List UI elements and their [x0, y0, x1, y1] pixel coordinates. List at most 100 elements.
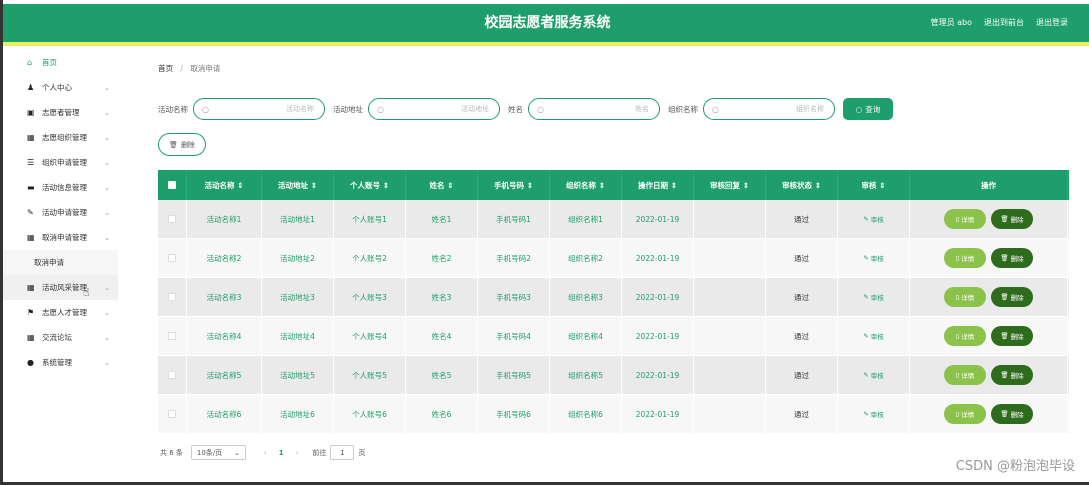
review-link[interactable]: ✎ 审核 [838, 200, 910, 239]
review-link[interactable]: ✎ 审核 [838, 356, 910, 395]
search-input[interactable]: ○ 活动地址 [368, 98, 500, 120]
flag-icon: ⚑ [27, 308, 35, 317]
row-checkbox[interactable] [168, 332, 176, 340]
back-to-frontend-link[interactable]: 退出到前台 [984, 4, 1024, 42]
breadcrumb-current: 取消申请 [190, 64, 221, 73]
prev-page-icon[interactable]: ‹ [264, 449, 267, 457]
sidebar-item-8[interactable]: 取消申请 [3, 250, 118, 275]
column-header[interactable]: 个人账号 ⇕ [334, 170, 406, 200]
sidebar-item-9[interactable]: ▦ 活动风采管理 ⌄ [3, 275, 118, 300]
table-cell: 活动地址5 [262, 356, 334, 395]
breadcrumb-home[interactable]: 首页 [158, 64, 173, 73]
logout-link[interactable]: 退出登录 [1036, 4, 1068, 42]
hand-cursor-icon: ☝ [83, 286, 90, 299]
sidebar-item-label: 志愿人才管理 [42, 308, 87, 317]
goto-page-input[interactable]: 1 [330, 445, 355, 460]
search-icon: ○ [855, 104, 863, 114]
review-link[interactable]: ✎ 审核 [838, 395, 910, 434]
sidebar-item-0[interactable]: ⌂ 首页 [3, 50, 118, 75]
detail-button[interactable]: ▯ 详情 [944, 209, 986, 229]
sidebar-item-2[interactable]: ▣ 志愿者管理 ⌄ [3, 100, 118, 125]
trash-icon: 🗑 [1000, 410, 1009, 418]
batch-delete-label: 删除 [180, 140, 195, 149]
top-bar: 校园志愿者服务系统 管理员 abo 退出到前台 退出登录 [3, 4, 1089, 42]
table-cell: 组织名称2 [550, 239, 622, 278]
goto-page-value: 1 [340, 448, 345, 457]
table-cell: 活动地址6 [262, 395, 334, 434]
edit-icon: ✎ [863, 332, 869, 340]
trash-icon: 🗑 [169, 140, 178, 149]
row-checkbox[interactable] [168, 293, 176, 301]
sidebar-item-3[interactable]: ▦ 志愿组织管理 ⌄ [3, 125, 118, 150]
row-checkbox-cell [158, 278, 187, 317]
column-header[interactable]: 操作日期 ⇕ [622, 170, 694, 200]
top-bar-links: 管理员 abo 退出到前台 退出登录 [931, 4, 1068, 42]
delete-button[interactable]: 🗑 删除 [991, 248, 1033, 268]
delete-button[interactable]: 🗑 删除 [991, 287, 1033, 307]
review-link[interactable]: ✎ 审核 [838, 317, 910, 356]
detail-button[interactable]: ▯ 详情 [944, 248, 986, 268]
search-icon: ○ [537, 104, 544, 114]
sidebar-item-5[interactable]: ▬ 活动信息管理 ⌄ [3, 175, 118, 200]
column-header[interactable]: 活动地址 ⇕ [262, 170, 334, 200]
delete-button[interactable]: 🗑 删除 [991, 365, 1033, 385]
column-header[interactable]: 审核 ⇕ [838, 170, 910, 200]
review-label: 审核 [870, 294, 884, 302]
column-header[interactable]: 审核状态 ⇕ [766, 170, 838, 200]
table-cell: 个人账号1 [334, 200, 406, 239]
column-header[interactable]: 活动名称 ⇕ [187, 170, 262, 200]
detail-button[interactable]: ▯ 详情 [944, 326, 986, 346]
sidebar-item-7[interactable]: ▦ 取消申请管理 ⌄ [3, 225, 118, 250]
row-checkbox-cell [158, 395, 187, 434]
row-checkbox[interactable] [168, 215, 176, 223]
sidebar-item-label: 志愿组织管理 [42, 133, 87, 142]
sidebar-item-12[interactable]: ● 系统管理 ⌄ [3, 350, 118, 375]
column-header[interactable]: 审核回复 ⇕ [694, 170, 766, 200]
batch-delete-button[interactable]: 🗑 删除 [158, 133, 206, 156]
data-table: 活动名称 ⇕ 活动地址 ⇕ 个人账号 ⇕ 姓名 ⇕ 手机号码 ⇕ 组织名称 ⇕ 操作日期 ⇕… [158, 170, 1069, 434]
search-label: 活动地址 [333, 104, 363, 114]
search-input[interactable]: ○ 姓名 [528, 98, 660, 120]
review-link[interactable]: ✎ 审核 [838, 278, 910, 317]
detail-button[interactable]: ▯ 详情 [944, 365, 986, 385]
detail-button[interactable]: ▯ 详情 [944, 404, 986, 424]
apps-icon: ▦ [27, 283, 35, 292]
sidebar-item-11[interactable]: ▦ 交流论坛 ⌄ [3, 325, 118, 350]
row-checkbox[interactable] [168, 254, 176, 262]
select-all-checkbox[interactable] [168, 181, 176, 189]
sidebar-item-1[interactable]: ♟ 个人中心 ⌄ [3, 75, 118, 100]
sidebar-item-10[interactable]: ⚑ 志愿人才管理 ⌄ [3, 300, 118, 325]
delete-button[interactable]: 🗑 删除 [991, 326, 1033, 346]
row-checkbox[interactable] [168, 371, 176, 379]
table-cell: 活动名称2 [187, 239, 262, 278]
column-header[interactable]: 姓名 ⇕ [406, 170, 478, 200]
film-icon: ▬ [27, 183, 35, 192]
next-page-icon[interactable]: › [296, 449, 299, 457]
column-header[interactable]: 组织名称 ⇕ [550, 170, 622, 200]
row-checkbox[interactable] [168, 410, 176, 418]
table-cell: 通过 [766, 395, 838, 434]
chevron-down-icon: ⌄ [104, 108, 110, 117]
search-button[interactable]: ○ 查询 [843, 98, 893, 120]
main-content: 首页 / 取消申请 活动名称 ○ 活动名称 活动地址 ○ 活动地址 姓名 ○ 姓名 组织名称 ○ 组织… [138, 50, 1089, 482]
page-number[interactable]: 1 [279, 449, 284, 457]
search-input[interactable]: ○ 组织名称 [703, 98, 835, 120]
table-cell: 活动名称1 [187, 200, 262, 239]
table-cell: 个人账号5 [334, 356, 406, 395]
detail-button[interactable]: ▯ 详情 [944, 287, 986, 307]
current-user: 管理员 abo [930, 18, 972, 27]
table-cell: 2022-01-19 [622, 278, 694, 317]
row-checkbox-cell [158, 239, 187, 278]
delete-label: 删除 [1010, 333, 1024, 341]
search-input[interactable]: ○ 活动名称 [193, 98, 325, 120]
delete-button[interactable]: 🗑 删除 [991, 404, 1033, 424]
sidebar-item-4[interactable]: ☰ 组织申请管理 ⌄ [3, 150, 118, 175]
delete-button[interactable]: 🗑 删除 [991, 209, 1033, 229]
sidebar-item-6[interactable]: ✎ 活动申请管理 ⌄ [3, 200, 118, 225]
delete-label: 删除 [1010, 255, 1024, 263]
document-icon: ▯ [955, 332, 960, 340]
page-size-value: 10条/页 [196, 448, 223, 457]
review-link[interactable]: ✎ 审核 [838, 239, 910, 278]
column-header[interactable]: 手机号码 ⇕ [478, 170, 550, 200]
page-size-select[interactable]: 10条/页 ⌄ [190, 445, 246, 460]
